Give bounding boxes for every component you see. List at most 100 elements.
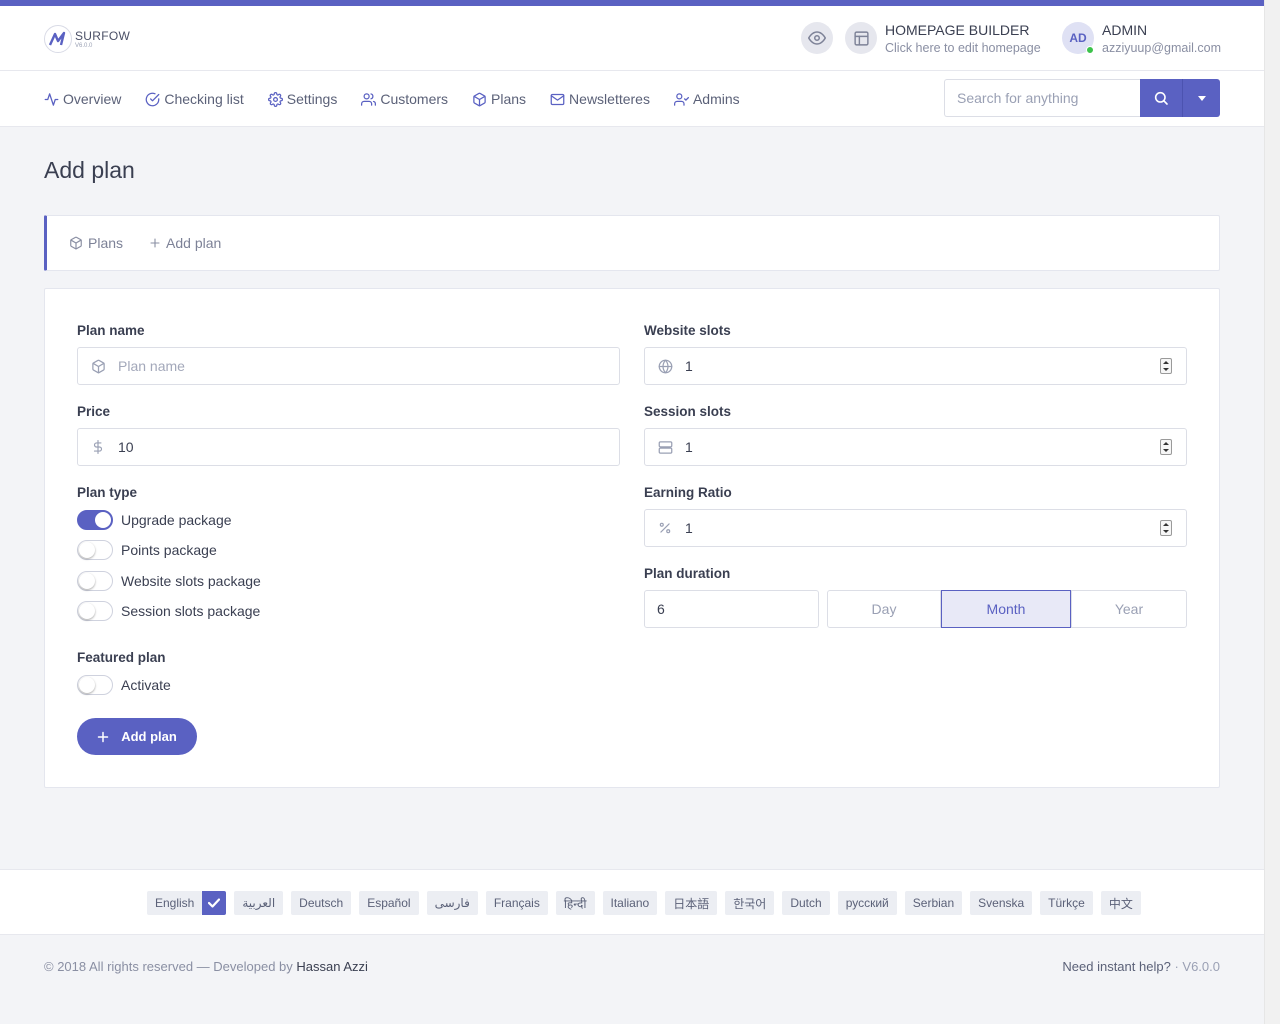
- brand-version: V6.0.0: [75, 42, 93, 49]
- lang-arabic[interactable]: العربية: [234, 891, 284, 915]
- lang-english[interactable]: English: [147, 891, 203, 915]
- nav-label: Plans: [491, 91, 527, 107]
- number-spinner[interactable]: [1160, 439, 1172, 455]
- percent-icon: [645, 521, 685, 535]
- nav-item-settings[interactable]: Settings: [267, 91, 337, 107]
- price-input[interactable]: [118, 429, 619, 465]
- nav-item-newsletteres[interactable]: Newsletteres: [550, 91, 650, 107]
- plan-duration-label: Plan duration: [644, 566, 731, 581]
- toggle-switch[interactable]: [77, 571, 113, 591]
- breadcrumb-plans[interactable]: Plans: [69, 235, 123, 251]
- lang-japanese[interactable]: 日本語: [665, 891, 718, 915]
- add-plan-button-label: Add plan: [121, 729, 177, 744]
- lang-hindi[interactable]: हिन्दी: [555, 891, 595, 915]
- price-field: [77, 428, 620, 466]
- copyright-label: © 2018 All rights reserved — Developed b…: [44, 959, 293, 974]
- mail-icon: [550, 93, 565, 105]
- search-button[interactable]: [1140, 79, 1182, 117]
- price-label: Price: [77, 404, 111, 419]
- page-scrollbar[interactable]: [1264, 0, 1280, 1024]
- homepage-builder-link[interactable]: HOMEPAGE BUILDER Click here to edit home…: [885, 22, 1041, 55]
- activity-icon: [44, 92, 59, 106]
- language-bar: English العربية Deutsch Español فارسی Fr…: [0, 869, 1264, 935]
- nav-label: Customers: [380, 91, 449, 107]
- box-icon: [473, 92, 486, 106]
- user-name: ADMIN: [1102, 22, 1148, 38]
- breadcrumb-add-plan[interactable]: Add plan: [149, 235, 221, 251]
- earning-ratio-input[interactable]: [685, 510, 1160, 546]
- nav-item-admins[interactable]: Admins: [673, 91, 740, 107]
- toggle-label: Upgrade package: [121, 512, 232, 528]
- search-icon: [1154, 91, 1168, 105]
- nav-item-checking-list[interactable]: Checking list: [145, 91, 244, 107]
- page-title: Add plan: [44, 157, 135, 183]
- nav-label: Newsletteres: [569, 91, 650, 107]
- duration-unit-group: Day Month Year: [827, 590, 1187, 628]
- check-icon: [208, 898, 221, 908]
- add-plan-button[interactable]: Add plan: [77, 718, 197, 755]
- lang-francais[interactable]: Français: [485, 891, 548, 915]
- check-circle-icon: [146, 92, 160, 106]
- plus-icon: [97, 731, 109, 742]
- breadcrumb: Plans Add plan: [44, 215, 1220, 271]
- homepage-builder-button[interactable]: [845, 22, 877, 54]
- toggle-switch[interactable]: [77, 675, 113, 695]
- lang-turkce[interactable]: Türkçe: [1040, 891, 1093, 915]
- lang-deutsch[interactable]: Deutsch: [291, 891, 352, 915]
- plan-type-upgrade-toggle[interactable]: Upgrade package: [77, 510, 232, 530]
- session-slots-input[interactable]: [685, 429, 1160, 465]
- lang-dutch[interactable]: Dutch: [782, 891, 830, 915]
- breadcrumb-label: Plans: [88, 235, 124, 251]
- number-spinner[interactable]: [1160, 358, 1172, 374]
- lang-chinese[interactable]: 中文: [1100, 891, 1141, 915]
- user-avatar[interactable]: AD: [1062, 22, 1094, 54]
- number-spinner[interactable]: [1160, 520, 1172, 536]
- plan-type-session-slots-toggle[interactable]: Session slots package: [77, 601, 260, 621]
- lang-espanol[interactable]: Español: [359, 891, 419, 915]
- user-menu[interactable]: ADMIN azziyuup@gmail.com: [1102, 22, 1221, 55]
- toggle-switch[interactable]: [77, 540, 113, 560]
- featured-activate-toggle[interactable]: Activate: [77, 675, 171, 695]
- search-dropdown-button[interactable]: [1182, 79, 1220, 117]
- earning-ratio-field: [644, 509, 1187, 547]
- nav-label: Admins: [692, 91, 740, 107]
- copyright-text: © 2018 All rights reserved — Developed b…: [44, 959, 368, 974]
- plan-name-input[interactable]: [118, 348, 619, 384]
- developer-link[interactable]: Hassan Azzi: [296, 959, 368, 974]
- nav-item-overview[interactable]: Overview: [44, 91, 121, 107]
- plan-type-points-toggle[interactable]: Points package: [77, 540, 217, 560]
- toggle-switch[interactable]: [77, 510, 113, 530]
- lang-svenska[interactable]: Svenska: [970, 891, 1033, 915]
- search-group: [944, 79, 1220, 117]
- main-nav: Overview Checking list Settings Customer…: [0, 71, 1264, 127]
- box-icon: [78, 359, 118, 374]
- lang-korean[interactable]: 한국어: [725, 891, 775, 915]
- toggle-label: Points package: [121, 542, 217, 558]
- plan-duration-input[interactable]: [657, 591, 838, 627]
- duration-day-button[interactable]: Day: [827, 590, 941, 628]
- app-header: SURFOW V6.0.0 HOMEPAGE BUILDER Click her…: [0, 6, 1264, 71]
- brand-name: SURFOW: [75, 28, 131, 43]
- session-slots-field: [644, 428, 1187, 466]
- search-input[interactable]: [944, 79, 1140, 117]
- preview-eye-button[interactable]: [801, 22, 833, 54]
- dollar-icon: [78, 439, 118, 455]
- layout-icon: [853, 30, 869, 46]
- duration-month-button[interactable]: Month: [941, 590, 1071, 628]
- lang-italiano[interactable]: Italiano: [602, 891, 658, 915]
- duration-year-button[interactable]: Year: [1071, 590, 1187, 628]
- help-link[interactable]: Need instant help?: [1062, 959, 1170, 974]
- plan-type-website-slots-toggle[interactable]: Website slots package: [77, 571, 261, 591]
- brand-logo[interactable]: SURFOW V6.0.0: [44, 23, 164, 55]
- selected-language-check: [202, 891, 227, 915]
- lang-farsi[interactable]: فارسی: [426, 891, 478, 915]
- toggle-switch[interactable]: [77, 601, 113, 621]
- nav-item-customers[interactable]: Customers: [361, 91, 448, 107]
- lang-serbian[interactable]: Serbian: [904, 891, 963, 915]
- featured-plan-label: Featured plan: [77, 650, 166, 665]
- lang-russian[interactable]: русский: [837, 891, 897, 915]
- website-slots-input[interactable]: [685, 348, 1160, 384]
- plus-icon: [150, 238, 160, 248]
- users-icon: [361, 92, 377, 106]
- nav-item-plans[interactable]: Plans: [472, 91, 526, 107]
